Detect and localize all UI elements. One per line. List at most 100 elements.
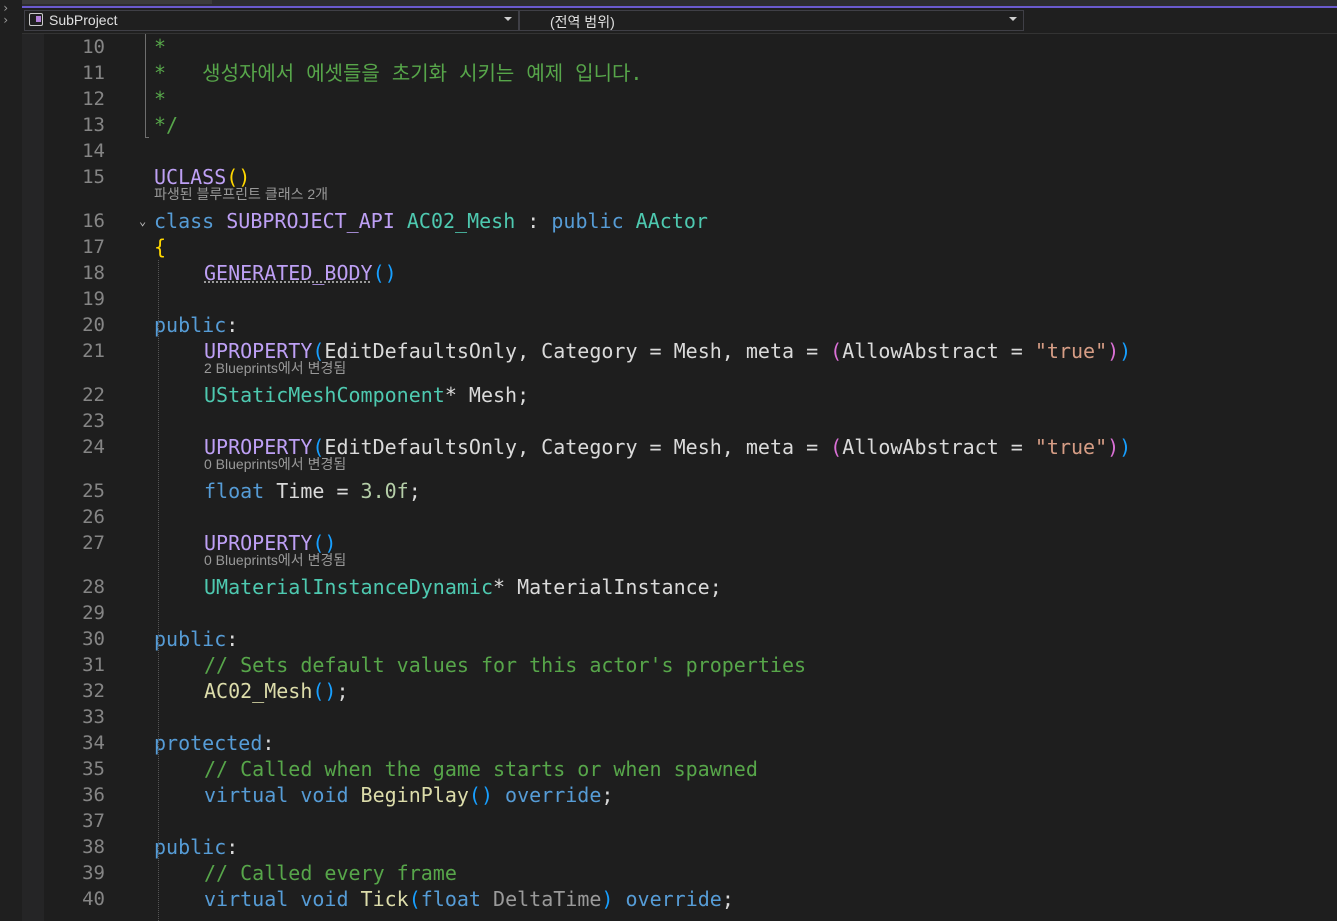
codelens-hint[interactable]: 0 Blueprints에서 변경됨 <box>204 455 346 473</box>
line-number: 27 <box>82 532 105 554</box>
scope-dropdown-label: (전역 범위) <box>550 14 615 30</box>
code-token: "true" <box>1034 339 1108 363</box>
line-number: 35 <box>82 758 105 780</box>
code-text: public: <box>154 834 238 860</box>
code-line[interactable]: 14 <box>44 138 1337 164</box>
code-line[interactable]: 35 // Called when the game starts or when… <box>44 756 1337 782</box>
line-number: 22 <box>82 384 105 406</box>
project-dropdown[interactable]: SubProject <box>24 10 519 31</box>
code-text: public: <box>154 626 238 652</box>
code-token: */ <box>154 113 179 137</box>
code-token: () <box>468 783 494 807</box>
line-number: 33 <box>82 706 105 728</box>
code-token: UStaticMeshComponent <box>204 383 445 407</box>
code-text: */ <box>154 112 178 138</box>
code-token: public <box>154 313 227 337</box>
scope-dropdown[interactable]: (전역 범위) <box>519 10 1024 31</box>
code-text: // Called every frame <box>154 860 457 886</box>
code-line[interactable]: 10 * <box>44 34 1337 60</box>
code-token: "true" <box>1034 435 1108 459</box>
code-line[interactable]: 16 class SUBPROJECT_API AC02_Mesh : publi… <box>44 208 1337 234</box>
document-tab[interactable] <box>22 0 212 4</box>
code-token: ; <box>336 679 349 703</box>
code-token: ) <box>601 887 614 911</box>
code-token: ; <box>601 783 614 807</box>
line-number: 20 <box>82 314 105 336</box>
code-token: DeltaTime <box>480 887 602 911</box>
code-line[interactable]: 12 * <box>44 86 1337 112</box>
line-number: 39 <box>82 862 105 884</box>
code-text: { <box>154 234 166 260</box>
code-line[interactable]: 18 GENERATED_BODY() <box>44 260 1337 286</box>
code-line[interactable]: 34 protected: <box>44 730 1337 756</box>
code-line[interactable]: 17 { <box>44 234 1337 260</box>
code-token: ) <box>1107 435 1120 459</box>
code-line[interactable]: 33 <box>44 704 1337 730</box>
code-token: () <box>312 679 337 703</box>
code-token: : <box>226 313 239 337</box>
code-token: ) <box>1119 435 1132 459</box>
code-line[interactable]: 32 AC02_Mesh(); <box>44 678 1337 704</box>
code-token: ; <box>721 887 734 911</box>
code-token: * 생성자에서 에셋들을 초기화 시키는 예제 입니다. <box>154 61 643 85</box>
codelens-hint[interactable]: 파생된 블루프린트 클래스 2개 <box>154 185 328 203</box>
code-token: * <box>154 87 167 111</box>
code-text: GENERATED_BODY() <box>154 260 397 286</box>
code-token: * MaterialInstance; <box>492 575 722 599</box>
code-token: AActor <box>635 209 708 233</box>
code-text: AC02_Mesh(); <box>154 678 349 704</box>
codelens-hint[interactable]: 0 Blueprints에서 변경됨 <box>204 551 346 569</box>
line-number: 16 <box>82 210 105 232</box>
code-token: * Mesh; <box>444 383 530 407</box>
code-token: EditDefaultsOnly, Category = Mesh, meta … <box>324 339 831 363</box>
codelens-hint[interactable]: 2 Blueprints에서 변경됨 <box>204 359 346 377</box>
code-line[interactable]: 39 // Called every frame <box>44 860 1337 886</box>
editor-margin[interactable] <box>22 34 44 921</box>
code-token: GENERATED_BODY <box>204 261 373 285</box>
line-number: 15 <box>82 166 105 188</box>
code-line[interactable]: 26 <box>44 504 1337 530</box>
code-line[interactable]: 25 float Time = 3.0f; <box>44 478 1337 504</box>
line-number: 38 <box>82 836 105 858</box>
code-token: { <box>154 235 167 259</box>
code-line[interactable]: 38 public: <box>44 834 1337 860</box>
code-token: public <box>154 627 227 651</box>
code-token: : <box>515 209 552 233</box>
code-line[interactable]: 40 virtual void Tick(float DeltaTime) ove… <box>44 886 1337 912</box>
code-token: ; <box>408 479 421 503</box>
code-token: public <box>551 209 636 233</box>
code-editor[interactable]: ⌄ 10 * 11 * 생성자에서 에셋들을 초기화 시키는 예제 입니다. 12 * 13… <box>44 34 1337 921</box>
document-tab-strip <box>22 0 1337 8</box>
code-line[interactable]: 22 UStaticMeshComponent* Mesh; <box>44 382 1337 408</box>
line-number: 21 <box>82 340 105 362</box>
code-line[interactable]: 31 // Sets default values for this actor'… <box>44 652 1337 678</box>
line-number: 12 <box>82 88 105 110</box>
line-number: 11 <box>82 62 105 84</box>
code-line[interactable]: 19 <box>44 286 1337 312</box>
line-number: 14 <box>82 140 105 162</box>
code-token: float <box>204 479 265 503</box>
code-line[interactable]: 13 */ <box>44 112 1337 138</box>
chevron-down-icon <box>1009 17 1017 21</box>
code-token: public <box>154 835 227 859</box>
chevron-right-icon[interactable]: › <box>2 14 9 26</box>
code-text: virtual void Tick(float DeltaTime) overr… <box>154 886 734 912</box>
code-token: virtual void <box>204 887 361 911</box>
line-number: 26 <box>82 506 105 528</box>
code-line[interactable]: 29 <box>44 600 1337 626</box>
code-line[interactable]: 20 public: <box>44 312 1337 338</box>
code-line[interactable]: 30 public: <box>44 626 1337 652</box>
code-text: * <box>154 86 166 112</box>
code-line[interactable]: 28 UMaterialInstanceDynamic* MaterialInst… <box>44 574 1337 600</box>
code-line[interactable]: 11 * 생성자에서 에셋들을 초기화 시키는 예제 입니다. <box>44 60 1337 86</box>
code-line[interactable]: 36 virtual void BeginPlay() override; <box>44 782 1337 808</box>
code-line[interactable]: 37 <box>44 808 1337 834</box>
line-number: 34 <box>82 732 105 754</box>
code-text: UStaticMeshComponent* Mesh; <box>154 382 529 408</box>
line-number: 36 <box>82 784 105 806</box>
code-token: virtual void <box>204 783 361 807</box>
project-dropdown-label: SubProject <box>49 12 118 28</box>
code-line[interactable]: 23 <box>44 408 1337 434</box>
code-text: protected: <box>154 730 274 756</box>
code-token: UMaterialInstanceDynamic <box>204 575 493 599</box>
